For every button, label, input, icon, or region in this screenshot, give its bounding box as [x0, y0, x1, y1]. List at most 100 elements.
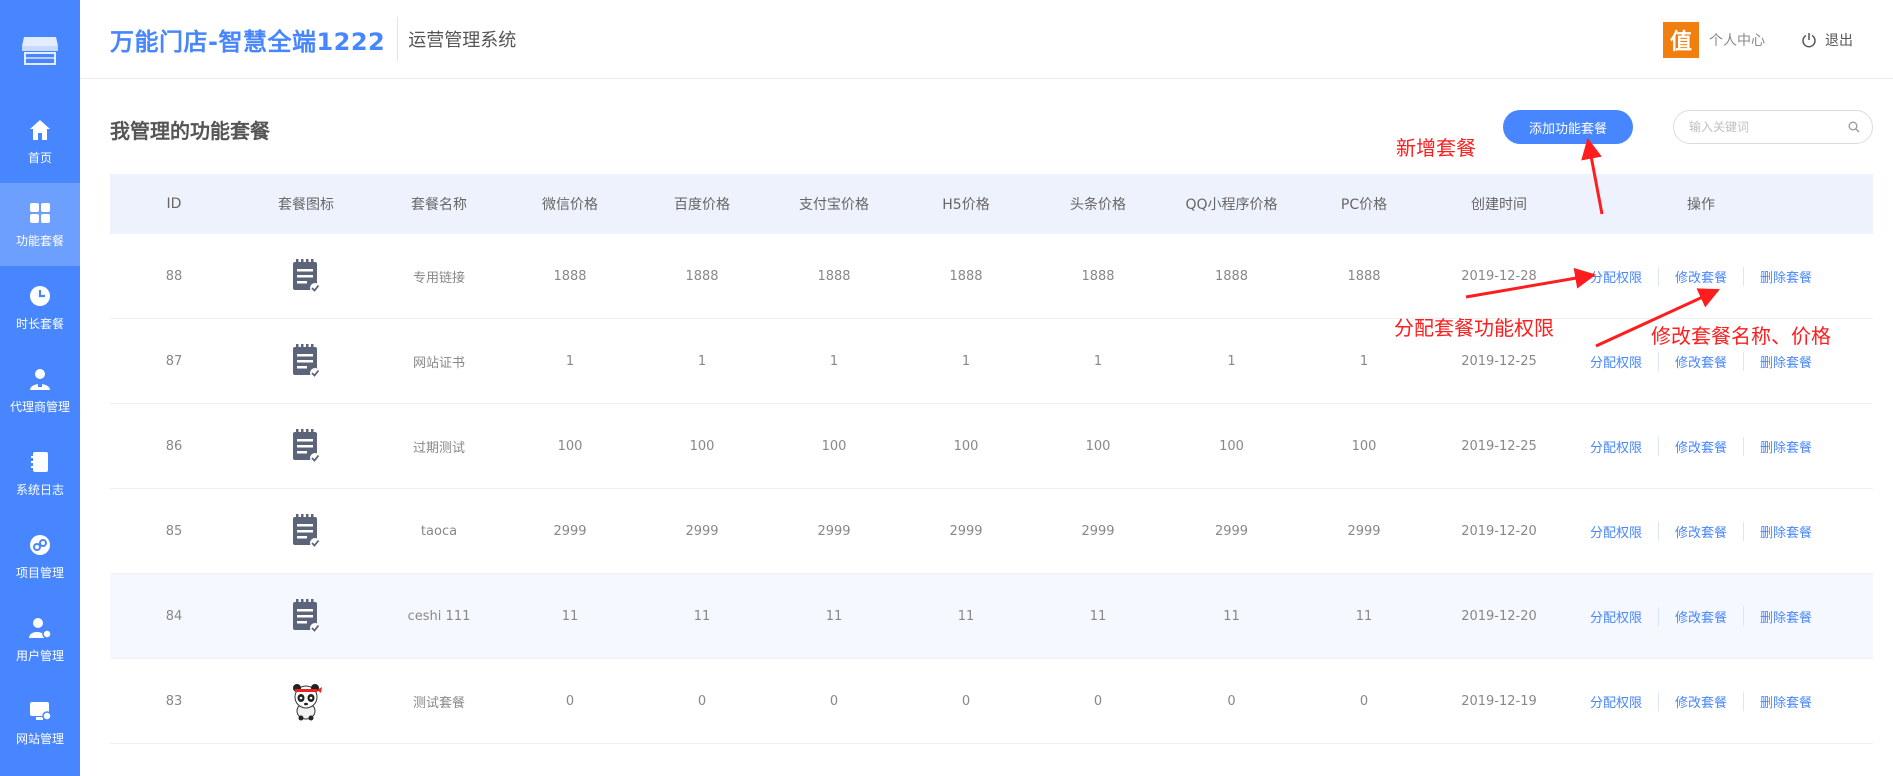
- sidebar-item-user-settings[interactable]: 用户管理: [0, 598, 80, 681]
- grid-icon: [30, 203, 50, 223]
- cell-name: taoca: [420, 523, 458, 539]
- column-header: 支付宝价格: [799, 197, 869, 213]
- cell-price: 0: [1093, 693, 1103, 709]
- cell-price: 1888: [553, 268, 587, 284]
- logout-button[interactable]: 退出: [1801, 30, 1853, 50]
- user-settings-icon: [29, 618, 52, 639]
- table-row: 88 专用链接 1888 1888 1888 1888 1888 1888 1888 2019-1…: [110, 234, 1873, 319]
- sidebar: 首页功能套餐时长套餐代理商管理系统日志项目管理用户管理网站管理: [0, 0, 80, 776]
- cell-actions: 分配权限 修改套餐 删除套餐: [1569, 606, 1833, 626]
- table-header: ID 套餐图标 套餐名称 微信价格 百度价格 支付宝价格 H5价格 头条价格 QQ小程序价格 PC…: [110, 174, 1873, 234]
- cell-price: 0: [697, 693, 707, 709]
- sidebar-item-label: 代理商管理: [9, 400, 70, 414]
- sidebar-item-website[interactable]: 网站管理: [0, 681, 80, 764]
- annotation-add-package: 新增套餐: [1396, 136, 1476, 160]
- cell-price: 11: [561, 608, 579, 624]
- cell-price: 1: [829, 353, 839, 369]
- project-icon: [30, 535, 50, 555]
- cell-price: 0: [961, 693, 971, 709]
- cell-id: 84: [165, 608, 183, 624]
- column-header: 百度价格: [674, 197, 730, 213]
- website-icon: [30, 702, 52, 721]
- cell-name: 专用链接: [412, 270, 465, 286]
- sidebar-item-clock[interactable]: 时长套餐: [0, 266, 80, 349]
- agent-icon: [30, 369, 50, 390]
- app-subtitle: 运营管理系统: [408, 30, 517, 51]
- edit-package-link[interactable]: 修改套餐: [1657, 521, 1743, 541]
- cell-price: 100: [557, 438, 583, 454]
- cell-actions: 分配权限 修改套餐 删除套餐: [1569, 436, 1833, 456]
- edit-package-link[interactable]: 修改套餐: [1657, 266, 1743, 286]
- cell-price: 100: [689, 438, 715, 454]
- assign-permissions-link[interactable]: 分配权限: [1574, 352, 1658, 371]
- annotation-assign-permissions: 分配套餐功能权限: [1394, 316, 1554, 340]
- cell-price: 2999: [685, 523, 719, 539]
- column-header: 创建时间: [1471, 197, 1527, 213]
- search-box[interactable]: [1673, 110, 1873, 144]
- sidebar-item-project[interactable]: 项目管理: [0, 515, 80, 598]
- cell-icon: [238, 341, 374, 381]
- cell-actions: 分配权限 修改套餐 删除套餐: [1569, 521, 1833, 541]
- column-header: 套餐名称: [411, 197, 467, 213]
- cell-created: 2019-12-19: [1461, 693, 1537, 709]
- cell-price: 1888: [817, 268, 851, 284]
- cell-price: 1888: [1347, 268, 1381, 284]
- cell-price: 2999: [1081, 523, 1115, 539]
- search-input[interactable]: [1689, 120, 1848, 134]
- log-icon: [31, 452, 48, 472]
- column-header: 套餐图标: [278, 197, 334, 213]
- assign-permissions-link[interactable]: 分配权限: [1574, 267, 1658, 286]
- cell-price: 2999: [553, 523, 587, 539]
- notepad-icon: [293, 429, 320, 463]
- panda-icon: [293, 684, 322, 721]
- sidebar-item-grid[interactable]: 功能套餐: [0, 183, 80, 266]
- delete-package-link[interactable]: 删除套餐: [1743, 691, 1828, 711]
- delete-package-link[interactable]: 删除套餐: [1743, 606, 1828, 626]
- cell-price: 100: [1085, 438, 1111, 454]
- cell-price: 11: [1089, 608, 1107, 624]
- cell-icon: [238, 426, 374, 466]
- delete-package-link[interactable]: 删除套餐: [1743, 521, 1828, 541]
- delete-package-link[interactable]: 删除套餐: [1743, 351, 1828, 371]
- app-brand: 万能门店-智慧全端1222: [110, 27, 386, 56]
- sidebar-item-label: 项目管理: [15, 566, 64, 580]
- table-row: 87 网站证书 1 1 1 1 1 1 1 2019-12-25 分配权限 修改套餐 删除套餐: [110, 319, 1873, 404]
- search-icon[interactable]: [1848, 121, 1860, 133]
- sidebar-item-log[interactable]: 系统日志: [0, 432, 80, 515]
- cell-price: 1888: [685, 268, 719, 284]
- sidebar-item-label: 功能套餐: [15, 234, 64, 248]
- cell-price: 11: [1223, 608, 1240, 624]
- add-package-button[interactable]: 添加功能套餐: [1503, 110, 1633, 144]
- assign-permissions-link[interactable]: 分配权限: [1574, 607, 1658, 626]
- sidebar-item-home[interactable]: 首页: [0, 100, 80, 183]
- assign-permissions-link[interactable]: 分配权限: [1574, 522, 1658, 541]
- assign-permissions-link[interactable]: 分配权限: [1574, 692, 1658, 711]
- sidebar-item-agent[interactable]: 代理商管理: [0, 349, 80, 432]
- logout-label: 退出: [1825, 32, 1853, 49]
- cell-price: 1: [565, 353, 575, 369]
- avatar[interactable]: 值: [1663, 21, 1699, 58]
- delete-package-link[interactable]: 删除套餐: [1743, 266, 1828, 286]
- package-table: ID 套餐图标 套餐名称 微信价格 百度价格 支付宝价格 H5价格 头条价格 QQ小程序价格 PC…: [110, 174, 1873, 744]
- cell-price: 1888: [949, 268, 983, 284]
- user-center-link[interactable]: 个人中心: [1709, 30, 1765, 50]
- edit-package-link[interactable]: 修改套餐: [1657, 351, 1743, 371]
- notepad-icon: [293, 599, 320, 633]
- cell-price: 2999: [1347, 523, 1381, 539]
- cell-price: 0: [1359, 693, 1369, 709]
- cell-id: 85: [165, 523, 183, 539]
- edit-package-link[interactable]: 修改套餐: [1657, 436, 1743, 456]
- cell-price: 0: [565, 693, 575, 709]
- cell-price: 0: [829, 693, 839, 709]
- sidebar-item-label: 用户管理: [15, 649, 64, 663]
- assign-permissions-link[interactable]: 分配权限: [1574, 437, 1658, 456]
- notepad-icon: [293, 514, 320, 548]
- table-row: 85 taoca 2999 2999 2999 2999 2999 2999 2999 2019-…: [110, 489, 1873, 574]
- edit-package-link[interactable]: 修改套餐: [1657, 606, 1743, 626]
- delete-package-link[interactable]: 删除套餐: [1743, 436, 1828, 456]
- edit-package-link[interactable]: 修改套餐: [1657, 691, 1743, 711]
- cell-price: 0: [1227, 693, 1236, 709]
- power-icon: [1802, 32, 1816, 47]
- cell-price: 11: [693, 608, 711, 624]
- notepad-icon: [293, 344, 320, 378]
